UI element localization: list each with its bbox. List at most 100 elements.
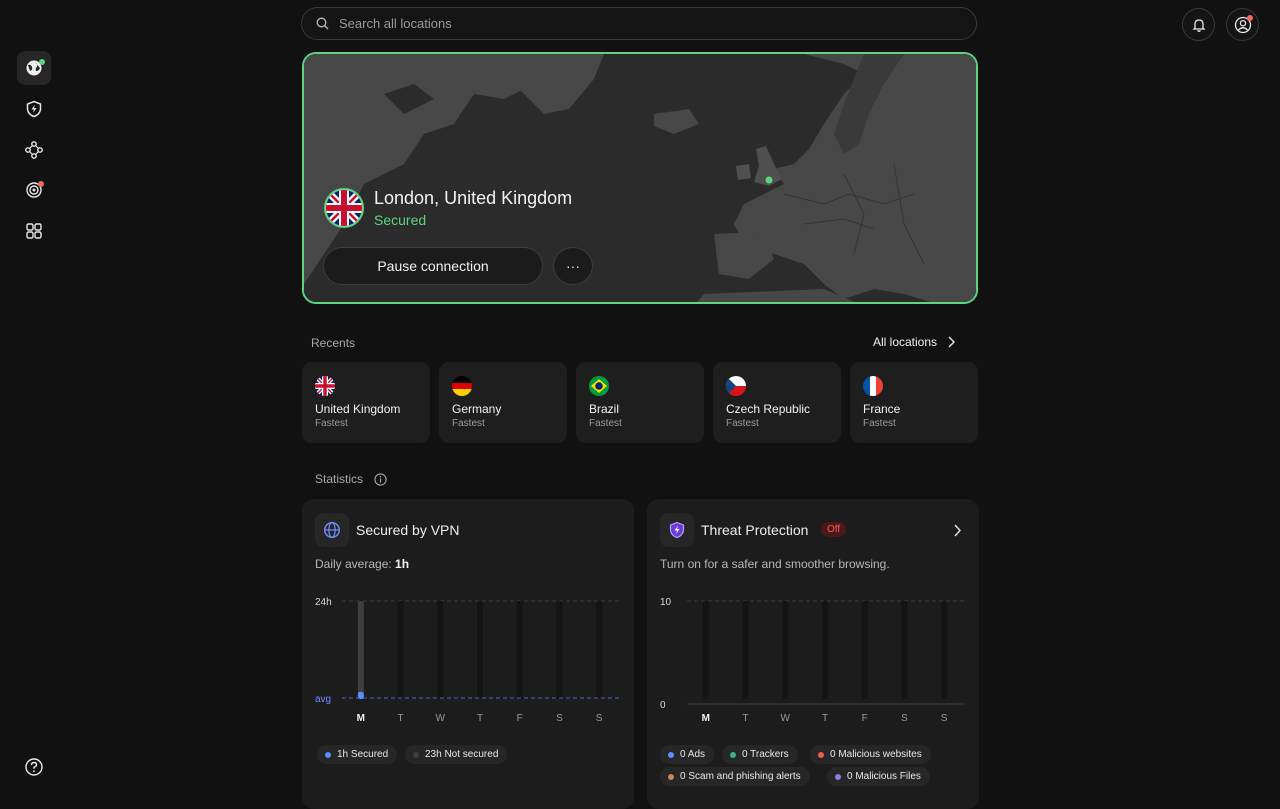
alert-dot bbox=[38, 181, 44, 187]
bar-track bbox=[477, 601, 483, 699]
legend-dot bbox=[835, 773, 841, 780]
uk-flag-icon bbox=[315, 376, 335, 396]
connection-status: Secured bbox=[374, 212, 427, 228]
shield-bolt-icon bbox=[26, 100, 42, 118]
legend-item: 0 Scam and phishing alerts bbox=[660, 767, 810, 786]
legend-dot bbox=[325, 751, 331, 758]
recent-location-sub: Fastest bbox=[863, 418, 896, 429]
y-tick-label: 24h bbox=[315, 597, 332, 608]
recent-location-sub: Fastest bbox=[452, 418, 485, 429]
account-button[interactable] bbox=[1226, 8, 1259, 41]
location-pin bbox=[765, 176, 773, 184]
bar-track bbox=[702, 601, 709, 699]
recent-location-sub: Fastest bbox=[726, 418, 759, 429]
x-tick-label: F bbox=[517, 713, 523, 724]
x-tick-label: M bbox=[357, 713, 365, 724]
bar-track bbox=[742, 601, 749, 699]
statistics-title: Statistics bbox=[315, 472, 364, 486]
recent-location-name: United Kingdom bbox=[315, 402, 401, 416]
bar-track bbox=[941, 601, 948, 699]
legend-label: 0 Ads bbox=[680, 749, 706, 760]
france-flag-icon bbox=[863, 376, 883, 396]
legend-dot bbox=[413, 751, 419, 758]
legend-dot bbox=[730, 751, 736, 758]
vpn-stats-card: Secured by VPN Daily average: 1h 24h M T W T… bbox=[302, 499, 634, 809]
legend-item: 0 Malicious Files bbox=[827, 767, 930, 786]
legend-label: 0 Scam and phishing alerts bbox=[680, 771, 801, 782]
apps-grid-icon bbox=[26, 223, 42, 239]
legend-item: 1h Secured bbox=[317, 745, 398, 764]
brazil-flag-icon bbox=[589, 376, 609, 396]
x-tick-label: T bbox=[822, 713, 828, 724]
sidebar-item-threat-protection[interactable] bbox=[17, 92, 51, 126]
sidebar-item-globe[interactable] bbox=[17, 51, 51, 85]
x-tick-label: W bbox=[781, 713, 791, 724]
legend-dot bbox=[668, 773, 674, 780]
all-locations-label: All locations bbox=[873, 335, 938, 349]
bar-track bbox=[437, 601, 444, 699]
x-tick-label: T bbox=[743, 713, 749, 724]
x-tick-label: S bbox=[901, 713, 908, 724]
recent-location-name: Brazil bbox=[589, 402, 620, 416]
bar-not-secured bbox=[357, 601, 364, 693]
notifications-button[interactable] bbox=[1182, 8, 1215, 41]
recent-location-name: France bbox=[863, 402, 901, 416]
bell-icon bbox=[1191, 18, 1206, 32]
mesh-icon bbox=[25, 141, 43, 159]
legend-label: 23h Not secured bbox=[425, 749, 499, 760]
pause-connection-button[interactable]: Pause connection bbox=[323, 247, 543, 285]
bar-track bbox=[556, 601, 563, 699]
search-input[interactable] bbox=[337, 15, 941, 32]
legend-item: 23h Not secured bbox=[405, 745, 508, 764]
x-tick-label: W bbox=[436, 713, 446, 724]
bar-track bbox=[516, 601, 523, 699]
x-tick-label: S bbox=[941, 713, 948, 724]
recent-location-name: Czech Republic bbox=[726, 402, 811, 416]
threat-chart: 10 M T W T F S S 0 bbox=[660, 597, 965, 724]
bar-track bbox=[901, 601, 908, 699]
sidebar-item-dark-web-monitor[interactable] bbox=[17, 173, 51, 207]
germany-flag-icon bbox=[452, 376, 472, 396]
recents-title: Recents bbox=[311, 336, 356, 350]
sidebar bbox=[0, 0, 68, 804]
recent-location-name: Germany bbox=[452, 402, 502, 416]
x-tick-label: S bbox=[596, 713, 603, 724]
threat-stats-card[interactable]: Threat Protection Off Turn on for a safe… bbox=[647, 499, 979, 809]
recent-location-card[interactable]: United Kingdom Fastest bbox=[302, 362, 430, 443]
help-icon bbox=[25, 758, 43, 776]
legend-label: 0 Trackers bbox=[742, 749, 789, 760]
uk-flag-icon bbox=[324, 188, 364, 228]
y-tick-label: 10 bbox=[660, 597, 672, 608]
recent-location-card[interactable]: Germany Fastest bbox=[439, 362, 567, 443]
x-tick-label: S bbox=[556, 713, 563, 724]
connected-location: London, United Kingdom bbox=[374, 188, 573, 208]
all-locations-link[interactable]: All locations bbox=[873, 335, 956, 349]
bar-track bbox=[861, 601, 868, 699]
more-options-button[interactable]: ··· bbox=[553, 247, 593, 285]
legend-dot bbox=[668, 751, 674, 758]
legend-label: 0 Malicious websites bbox=[830, 749, 922, 760]
legend-item: 0 Trackers bbox=[722, 745, 798, 764]
x-tick-label: F bbox=[862, 713, 868, 724]
info-icon[interactable] bbox=[374, 473, 387, 486]
recent-location-card[interactable]: France Fastest bbox=[850, 362, 978, 443]
bar-track bbox=[596, 601, 603, 699]
recent-location-sub: Fastest bbox=[315, 418, 348, 429]
average-label: avg bbox=[315, 694, 331, 705]
legend-dot bbox=[818, 751, 824, 758]
recent-location-sub: Fastest bbox=[589, 418, 622, 429]
bar-track bbox=[822, 601, 828, 699]
legend-item: 0 Ads bbox=[660, 745, 715, 764]
sidebar-item-apps[interactable] bbox=[17, 214, 51, 248]
help-button[interactable] bbox=[17, 750, 51, 784]
search-bar[interactable] bbox=[301, 7, 977, 40]
sidebar-item-meshnet[interactable] bbox=[17, 133, 51, 167]
bar-track bbox=[397, 601, 404, 699]
recent-location-card[interactable]: Czech Republic Fastest bbox=[713, 362, 841, 443]
recent-location-card[interactable]: Brazil Fastest bbox=[576, 362, 704, 443]
legend-label: 1h Secured bbox=[337, 749, 389, 760]
account-alert-dot bbox=[1247, 15, 1253, 21]
search-icon bbox=[316, 17, 329, 30]
x-tick-label: T bbox=[398, 713, 404, 724]
legend-item: 0 Malicious websites bbox=[810, 745, 931, 764]
